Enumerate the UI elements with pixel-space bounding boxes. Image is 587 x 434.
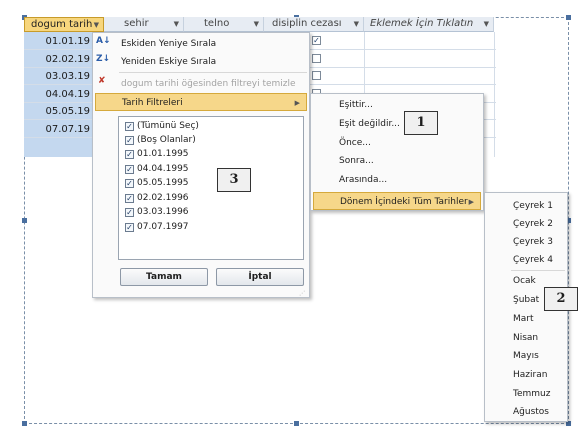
resize-handle[interactable] [294, 421, 299, 426]
menu-item-label: dogum tarihi öğesinden filtreyi temizle [121, 79, 296, 89]
list-item-label: 02.02.1996 [137, 193, 189, 203]
column-header-dogum-tarihi[interactable]: dogum tarih ▼ [24, 17, 104, 32]
list-item[interactable]: ✓ 07.07.1997 [125, 220, 189, 234]
month-item[interactable]: Mart [485, 310, 567, 328]
column-header-add-new[interactable]: Eklemek İçin Tıklatın ▼ [364, 17, 494, 32]
list-item[interactable]: ✓ (Tümünü Seç) [125, 119, 199, 133]
callout-label-3: 3 [217, 168, 251, 192]
dropdown-arrow-icon[interactable]: ▼ [254, 17, 259, 31]
list-item-label: 05.05.1995 [137, 178, 189, 188]
column-header-label: dogum tarih [31, 19, 93, 30]
table-cell-date[interactable]: 04.04.19 [24, 86, 92, 103]
column-header-telno[interactable]: telno ▼ [184, 17, 264, 32]
menu-item-label: Yeniden Eskiye Sırala [121, 57, 217, 67]
checkbox-checked-icon[interactable]: ✓ [125, 122, 134, 131]
column-header-label: sehir [124, 18, 149, 29]
cancel-button[interactable]: İptal [216, 268, 304, 286]
table-cell-checkbox[interactable] [312, 54, 321, 63]
before-item[interactable]: Önce... [311, 134, 483, 152]
table-cell-date[interactable]: 01.01.19 [24, 33, 92, 50]
checkbox-checked-icon[interactable]: ✓ [125, 223, 134, 232]
menu-item-label: Tarih Filtreleri [122, 98, 183, 108]
table-cell-date[interactable]: 02.02.19 [24, 51, 92, 68]
checkbox-checked-icon[interactable]: ✓ [125, 179, 134, 188]
list-item[interactable]: ✓ (Boş Olanlar) [125, 133, 196, 147]
list-item[interactable]: ✓ 02.02.1996 [125, 191, 189, 205]
quarter-2-item[interactable]: Çeyrek 2 [485, 215, 567, 233]
quarter-1-item[interactable]: Çeyrek 1 [485, 197, 567, 215]
submenu-arrow-icon: ▶ [294, 99, 300, 107]
list-item[interactable]: ✓ 04.04.1995 [125, 162, 189, 176]
menu-item-label: Eskiden Yeniye Sırala [121, 39, 217, 49]
list-item[interactable]: ✓ 03.03.1996 [125, 205, 189, 219]
table-cell-date[interactable]: 07.07.19 [24, 121, 92, 138]
date-filter-menu: Eşittir... Eşit değildir... Önce... Sonr… [310, 93, 484, 211]
callout-label-2: 2 [544, 287, 578, 311]
grid-line [494, 32, 495, 157]
list-item[interactable]: ✓ 01.01.1995 [125, 147, 189, 161]
month-item[interactable]: Haziran [485, 366, 567, 384]
date-filters-item[interactable]: Tarih Filtreleri ▶ [95, 93, 307, 111]
dropdown-arrow-icon[interactable]: ▼ [484, 17, 489, 31]
dropdown-arrow-icon[interactable]: ▼ [354, 17, 359, 31]
resize-grip-icon[interactable]: ⋰ [299, 290, 305, 297]
column-header-label: telno [204, 18, 230, 29]
checkbox-checked-icon[interactable]: ✓ [125, 165, 134, 174]
dropdown-arrow-icon[interactable]: ▼ [94, 18, 99, 31]
submenu-arrow-icon: ▶ [468, 198, 474, 206]
list-item-label: 03.03.1996 [137, 207, 189, 217]
equals-item[interactable]: Eşittir... [311, 96, 483, 114]
table-cell-checkbox[interactable]: ✓ [312, 36, 321, 45]
column-header-disiplin-cezasi[interactable]: disiplin cezası ▼ [264, 17, 364, 32]
sort-ascending-item[interactable]: Eskiden Yeniye Sırala [93, 35, 309, 53]
table-cell-date[interactable]: 03.03.19 [24, 68, 92, 85]
sort-ascending-icon: A↓ [96, 36, 111, 46]
checkbox-checked-icon[interactable]: ✓ [125, 194, 134, 203]
column-header-label: Eklemek İçin Tıklatın [370, 18, 474, 29]
menu-item-label: Dönem İçindeki Tüm Tarihler [340, 197, 468, 207]
column-header-label: disiplin cezası [272, 18, 342, 29]
dropdown-arrow-icon[interactable]: ▼ [174, 17, 179, 31]
table-cell-checkbox[interactable] [312, 71, 321, 80]
month-item[interactable]: Mayıs [485, 347, 567, 365]
list-item-label: (Tümünü Seç) [137, 121, 199, 131]
resize-handle[interactable] [22, 218, 27, 223]
resize-handle[interactable] [22, 421, 27, 426]
not-equals-item[interactable]: Eşit değildir... [311, 115, 483, 133]
checkbox-checked-icon[interactable]: ✓ [125, 208, 134, 217]
column-header-sehir[interactable]: sehir ▼ [104, 17, 184, 32]
list-item-label: 01.01.1995 [137, 149, 189, 159]
quarter-3-item[interactable]: Çeyrek 3 [485, 233, 567, 251]
callout-label-1: 1 [404, 111, 438, 135]
all-dates-in-period-item[interactable]: Dönem İçindeki Tüm Tarihler ▶ [313, 192, 481, 210]
after-item[interactable]: Sonra... [311, 152, 483, 170]
month-item[interactable]: Nisan [485, 329, 567, 347]
list-item-label: 07.07.1997 [137, 222, 189, 232]
ok-button[interactable]: Tamam [120, 268, 208, 286]
list-item[interactable]: ✓ 05.05.1995 [125, 176, 189, 190]
checkbox-checked-icon[interactable]: ✓ [125, 150, 134, 159]
between-item[interactable]: Arasında... [311, 171, 483, 189]
resize-handle[interactable] [566, 15, 571, 20]
month-item[interactable]: Ağustos [485, 403, 567, 421]
list-item-label: 04.04.1995 [137, 164, 189, 174]
clear-filter-item[interactable]: dogum tarihi öğesinden filtreyi temizle [93, 75, 309, 93]
list-item-label: (Boş Olanlar) [137, 135, 196, 145]
divider [511, 270, 565, 271]
divider [119, 72, 307, 73]
sort-descending-item[interactable]: Yeniden Eskiye Sırala [93, 53, 309, 71]
quarter-4-item[interactable]: Çeyrek 4 [485, 251, 567, 269]
filter-value-list: ✓ (Tümünü Seç) ✓ (Boş Olanlar) ✓ 01.01.1995… [118, 116, 304, 260]
checkbox-checked-icon[interactable]: ✓ [125, 136, 134, 145]
sort-descending-icon: Z↓ [96, 54, 111, 64]
month-item[interactable]: Temmuz [485, 385, 567, 403]
clear-filter-icon: ✘ [98, 76, 106, 86]
table-cell-date[interactable]: 05.05.19 [24, 103, 92, 120]
